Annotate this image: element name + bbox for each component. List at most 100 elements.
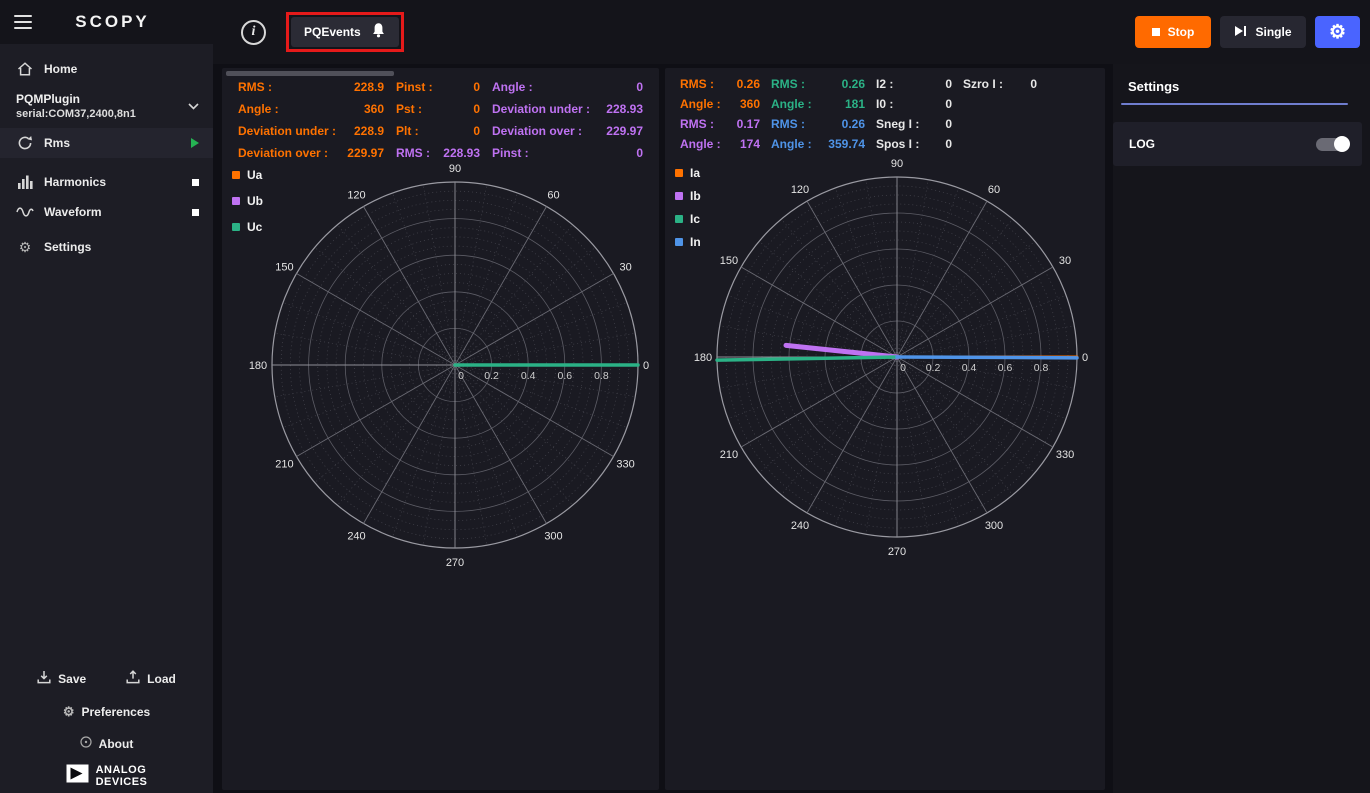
sidebar-item-home[interactable]: Home: [0, 54, 213, 84]
angle-tick-label: 180: [694, 352, 712, 364]
voltage-polar-chart-panel: 030609012015018021024027030033000.20.40.…: [222, 68, 659, 790]
legend-item-In[interactable]: In: [675, 235, 701, 248]
legend-swatch-icon: [675, 169, 683, 177]
adi-triangle-icon: [66, 764, 89, 788]
angle-tick-label: 90: [891, 158, 903, 170]
single-label: Single: [1255, 25, 1291, 39]
stat-value: 359.74: [828, 137, 865, 151]
stat-value: 0.17: [737, 117, 760, 131]
sidebar: SCOPY Home PQMPlugin serial:COM37,2400,8…: [0, 0, 213, 793]
angle-tick-label: 60: [547, 189, 559, 201]
legend-swatch-icon: [232, 223, 240, 231]
scopy-logo: SCOPY: [46, 12, 179, 32]
stat-cell: RMS :228.93: [396, 146, 480, 160]
sidebar-item-settings[interactable]: ⚙ Settings: [0, 232, 213, 262]
stat-cell: Pinst :0: [492, 146, 643, 160]
stat-cell: RMS :0.26: [680, 77, 760, 91]
settings-panel: Settings LOG: [1113, 64, 1370, 793]
settings-gear-button[interactable]: ⚙: [1315, 16, 1360, 48]
bell-icon: [371, 22, 386, 43]
stop-button[interactable]: Stop: [1135, 16, 1211, 48]
stat-cell: RMS :0.26: [771, 117, 865, 131]
stats-row: RMS :0.26RMS :0.26I2 :0Szro I :0: [680, 74, 1037, 94]
about-button[interactable]: About: [0, 728, 213, 759]
legend-label: In: [690, 235, 701, 249]
angle-tick-label: 30: [619, 262, 631, 274]
stats-row: Deviation under :228.9Plt :0Deviation ov…: [238, 120, 643, 142]
harmonics-state-square-icon[interactable]: [192, 179, 199, 186]
stat-label: Pst :: [396, 102, 422, 116]
adi-brand-line1: ANALOG: [96, 764, 148, 776]
load-button[interactable]: Load: [126, 670, 176, 687]
voltage-legend: Ua Ub Uc: [232, 168, 263, 233]
stat-value: 229.97: [606, 124, 643, 138]
rms-running-play-icon[interactable]: [191, 138, 199, 148]
stat-value: 0: [945, 117, 952, 131]
legend-item-Ub[interactable]: Ub: [232, 194, 263, 207]
stat-label: RMS :: [771, 77, 805, 91]
stat-cell: Angle :359.74: [771, 137, 865, 151]
stat-label: Angle :: [771, 97, 812, 111]
sidebar-item-waveform[interactable]: Waveform: [0, 197, 213, 227]
radial-tick-label: 0.6: [557, 370, 572, 382]
home-icon: [16, 62, 34, 76]
legend-item-Ic[interactable]: Ic: [675, 212, 701, 225]
load-icon: [126, 670, 140, 687]
legend-item-Ua[interactable]: Ua: [232, 168, 263, 181]
legend-label: Uc: [247, 220, 262, 234]
stat-cell: Szro I :0: [963, 77, 1037, 91]
angle-tick-label: 0: [643, 360, 649, 372]
sidebar-item-label: Home: [44, 62, 77, 76]
legend-item-Ib[interactable]: Ib: [675, 189, 701, 202]
sidebar-item-rms[interactable]: Rms: [0, 128, 213, 158]
adi-brand-line2: DEVICES: [96, 776, 148, 788]
legend-item-Ia[interactable]: Ia: [675, 166, 701, 179]
log-toggle[interactable]: [1316, 138, 1348, 151]
hamburger-menu-icon[interactable]: [0, 0, 46, 44]
single-button[interactable]: Single: [1220, 16, 1306, 48]
gear-icon: ⚙: [16, 239, 34, 256]
pqevents-annotation-highlight: PQEvents: [286, 12, 404, 52]
stat-cell: Angle :181: [771, 97, 865, 111]
run-controls: Stop Single ⚙: [1135, 16, 1360, 48]
series-line-In: [897, 357, 1077, 358]
angle-tick-label: 120: [791, 184, 809, 196]
stats-row: Angle :174Angle :359.74Spos I :0: [680, 134, 1037, 154]
voltage-stats-grid: RMS :228.9Pinst :0Angle :0Angle :360Pst …: [238, 76, 643, 164]
rms-icon: [16, 135, 34, 151]
legend-label: Ia: [690, 166, 700, 180]
stat-value: 0: [636, 80, 643, 94]
pqevents-button[interactable]: PQEvents: [291, 17, 399, 47]
stat-label: Pinst :: [492, 146, 529, 160]
stop-label: Stop: [1168, 25, 1195, 39]
pqevents-label: PQEvents: [304, 25, 361, 39]
stat-cell: Angle :360: [680, 97, 760, 111]
sidebar-item-pqmplugin[interactable]: PQMPlugin serial:COM37,2400,8n1: [0, 84, 213, 128]
angle-tick-label: 210: [275, 459, 293, 471]
stat-cell: Angle :174: [680, 137, 760, 151]
save-icon: [37, 670, 51, 687]
legend-swatch-icon: [675, 215, 683, 223]
current-polar-plot: 030609012015018021024027030033000.20.40.…: [665, 68, 1105, 790]
radial-tick-label: 0: [458, 370, 464, 382]
preferences-button[interactable]: ⚙ Preferences: [0, 696, 213, 728]
chevron-down-icon[interactable]: [188, 97, 199, 115]
stat-label: Angle :: [680, 97, 721, 111]
waveform-icon: [16, 206, 34, 218]
legend-item-Uc[interactable]: Uc: [232, 220, 263, 233]
stat-value: 228.93: [606, 102, 643, 116]
waveform-state-square-icon[interactable]: [192, 209, 199, 216]
stat-cell: Plt :0: [396, 124, 480, 138]
stat-value: 0: [945, 137, 952, 151]
stat-cell: RMS :228.9: [238, 80, 384, 94]
info-icon[interactable]: i: [241, 20, 266, 45]
stat-label: Pinst :: [396, 80, 433, 94]
stats-row: Deviation over :229.97RMS :228.93Pinst :…: [238, 142, 643, 164]
sidebar-item-harmonics[interactable]: Harmonics: [0, 167, 213, 197]
save-button[interactable]: Save: [37, 670, 86, 687]
stat-label: Deviation under :: [238, 124, 336, 138]
stat-label: RMS :: [771, 117, 805, 131]
stat-label: Angle :: [680, 137, 721, 151]
stat-label: Plt :: [396, 124, 419, 138]
polar-tick-labels: 030609012015018021024027030033000.20.40.…: [249, 163, 649, 569]
